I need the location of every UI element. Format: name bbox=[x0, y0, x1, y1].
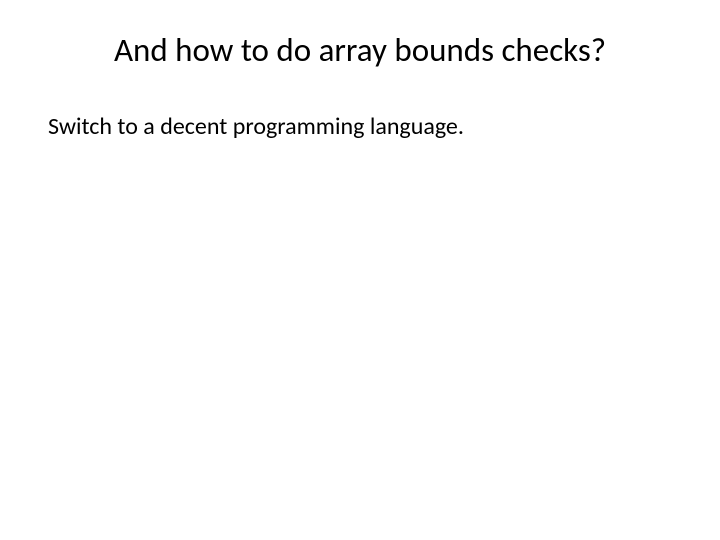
slide-body-text: Switch to a decent programming language. bbox=[48, 112, 672, 141]
slide-container: And how to do array bounds checks? Switc… bbox=[0, 0, 720, 540]
slide-title: And how to do array bounds checks? bbox=[48, 30, 672, 70]
